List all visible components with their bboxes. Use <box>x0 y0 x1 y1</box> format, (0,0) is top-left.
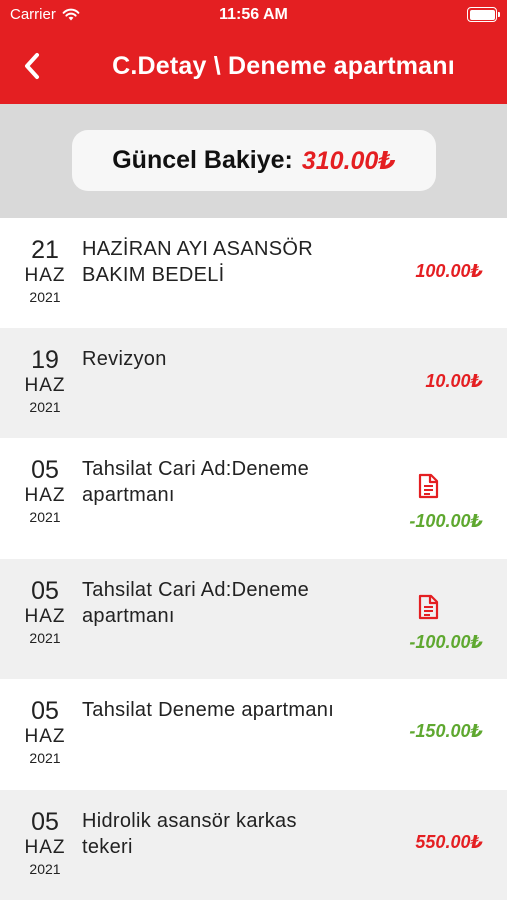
date-day: 05 <box>31 577 59 605</box>
transaction-description: Tahsilat Cari Ad:Deneme apartmanı <box>82 458 310 506</box>
nav-bar: C.Detay \ Deneme apartmanı <box>0 36 507 98</box>
back-button[interactable] <box>14 48 50 84</box>
date-month: HAZ <box>24 837 66 858</box>
date-month: HAZ <box>24 375 66 396</box>
transaction-amount: -100.00₺ <box>409 632 483 652</box>
date-month: HAZ <box>24 265 66 286</box>
date-year: 2021 <box>29 750 61 766</box>
transaction-row[interactable]: 21 HAZ 2021 HAZİRAN AYI ASANSÖR BAKIM BE… <box>0 218 507 328</box>
date-year: 2021 <box>29 289 61 305</box>
transaction-row[interactable]: 05 HAZ 2021 Tahsilat Cari Ad:Deneme apar… <box>0 559 507 679</box>
date-day: 05 <box>31 697 59 725</box>
transaction-date: 05 HAZ 2021 <box>0 577 90 647</box>
transaction-description: Hidrolik asansör karkas tekeri <box>82 810 297 858</box>
date-year: 2021 <box>29 509 61 525</box>
transaction-row[interactable]: 05 HAZ 2021 Hidrolik asansör karkas teke… <box>0 790 507 900</box>
transaction-amount: -150.00₺ <box>409 721 483 741</box>
page-title: C.Detay \ Deneme apartmanı <box>112 52 455 80</box>
transaction-list: 21 HAZ 2021 HAZİRAN AYI ASANSÖR BAKIM BE… <box>0 218 507 900</box>
transaction-row[interactable]: 05 HAZ 2021 Tahsilat Cari Ad:Deneme apar… <box>0 438 507 559</box>
transaction-description: Revizyon <box>82 348 167 370</box>
date-month: HAZ <box>24 606 66 627</box>
battery-icon <box>467 7 500 22</box>
transaction-row[interactable]: 19 HAZ 2021 Revizyon 10.00₺ <box>0 328 507 438</box>
transaction-date: 21 HAZ 2021 <box>0 236 90 306</box>
balance-value: 310.00₺ <box>301 146 396 175</box>
transaction-description: Tahsilat Deneme apartmanı <box>82 699 335 721</box>
date-month: HAZ <box>24 485 66 506</box>
date-day: 05 <box>31 456 59 484</box>
transaction-date: 19 HAZ 2021 <box>0 346 90 416</box>
balance-card: Güncel Bakiye: 310.00₺ <box>72 130 436 191</box>
balance-section: Güncel Bakiye: 310.00₺ <box>0 104 507 218</box>
date-day: 19 <box>31 346 59 374</box>
transaction-date: 05 HAZ 2021 <box>0 456 90 526</box>
chevron-left-icon <box>25 53 39 79</box>
balance-label: Güncel Bakiye: <box>112 146 293 174</box>
document-icon[interactable] <box>415 594 441 620</box>
transaction-date: 05 HAZ 2021 <box>0 697 90 767</box>
date-day: 05 <box>31 808 59 836</box>
transaction-amount: -100.00₺ <box>409 511 483 531</box>
app-header: Carrier 11:56 AM C.Detay \ Deneme apartm… <box>0 0 507 104</box>
date-day: 21 <box>31 236 59 264</box>
date-year: 2021 <box>29 630 61 646</box>
transaction-row[interactable]: 05 HAZ 2021 Tahsilat Deneme apartmanı -1… <box>0 679 507 790</box>
status-time: 11:56 AM <box>219 6 288 23</box>
document-icon[interactable] <box>415 473 441 499</box>
date-year: 2021 <box>29 399 61 415</box>
transaction-date: 05 HAZ 2021 <box>0 808 90 878</box>
transaction-description: Tahsilat Cari Ad:Deneme apartmanı <box>82 579 310 627</box>
transaction-description: HAZİRAN AYI ASANSÖR BAKIM BEDELİ <box>82 238 313 286</box>
transaction-amount: 550.00₺ <box>415 832 483 852</box>
date-month: HAZ <box>24 726 66 747</box>
date-year: 2021 <box>29 861 61 877</box>
transaction-amount: 100.00₺ <box>415 261 483 281</box>
transaction-amount: 10.00₺ <box>425 371 483 391</box>
status-bar: Carrier 11:56 AM <box>0 0 507 30</box>
